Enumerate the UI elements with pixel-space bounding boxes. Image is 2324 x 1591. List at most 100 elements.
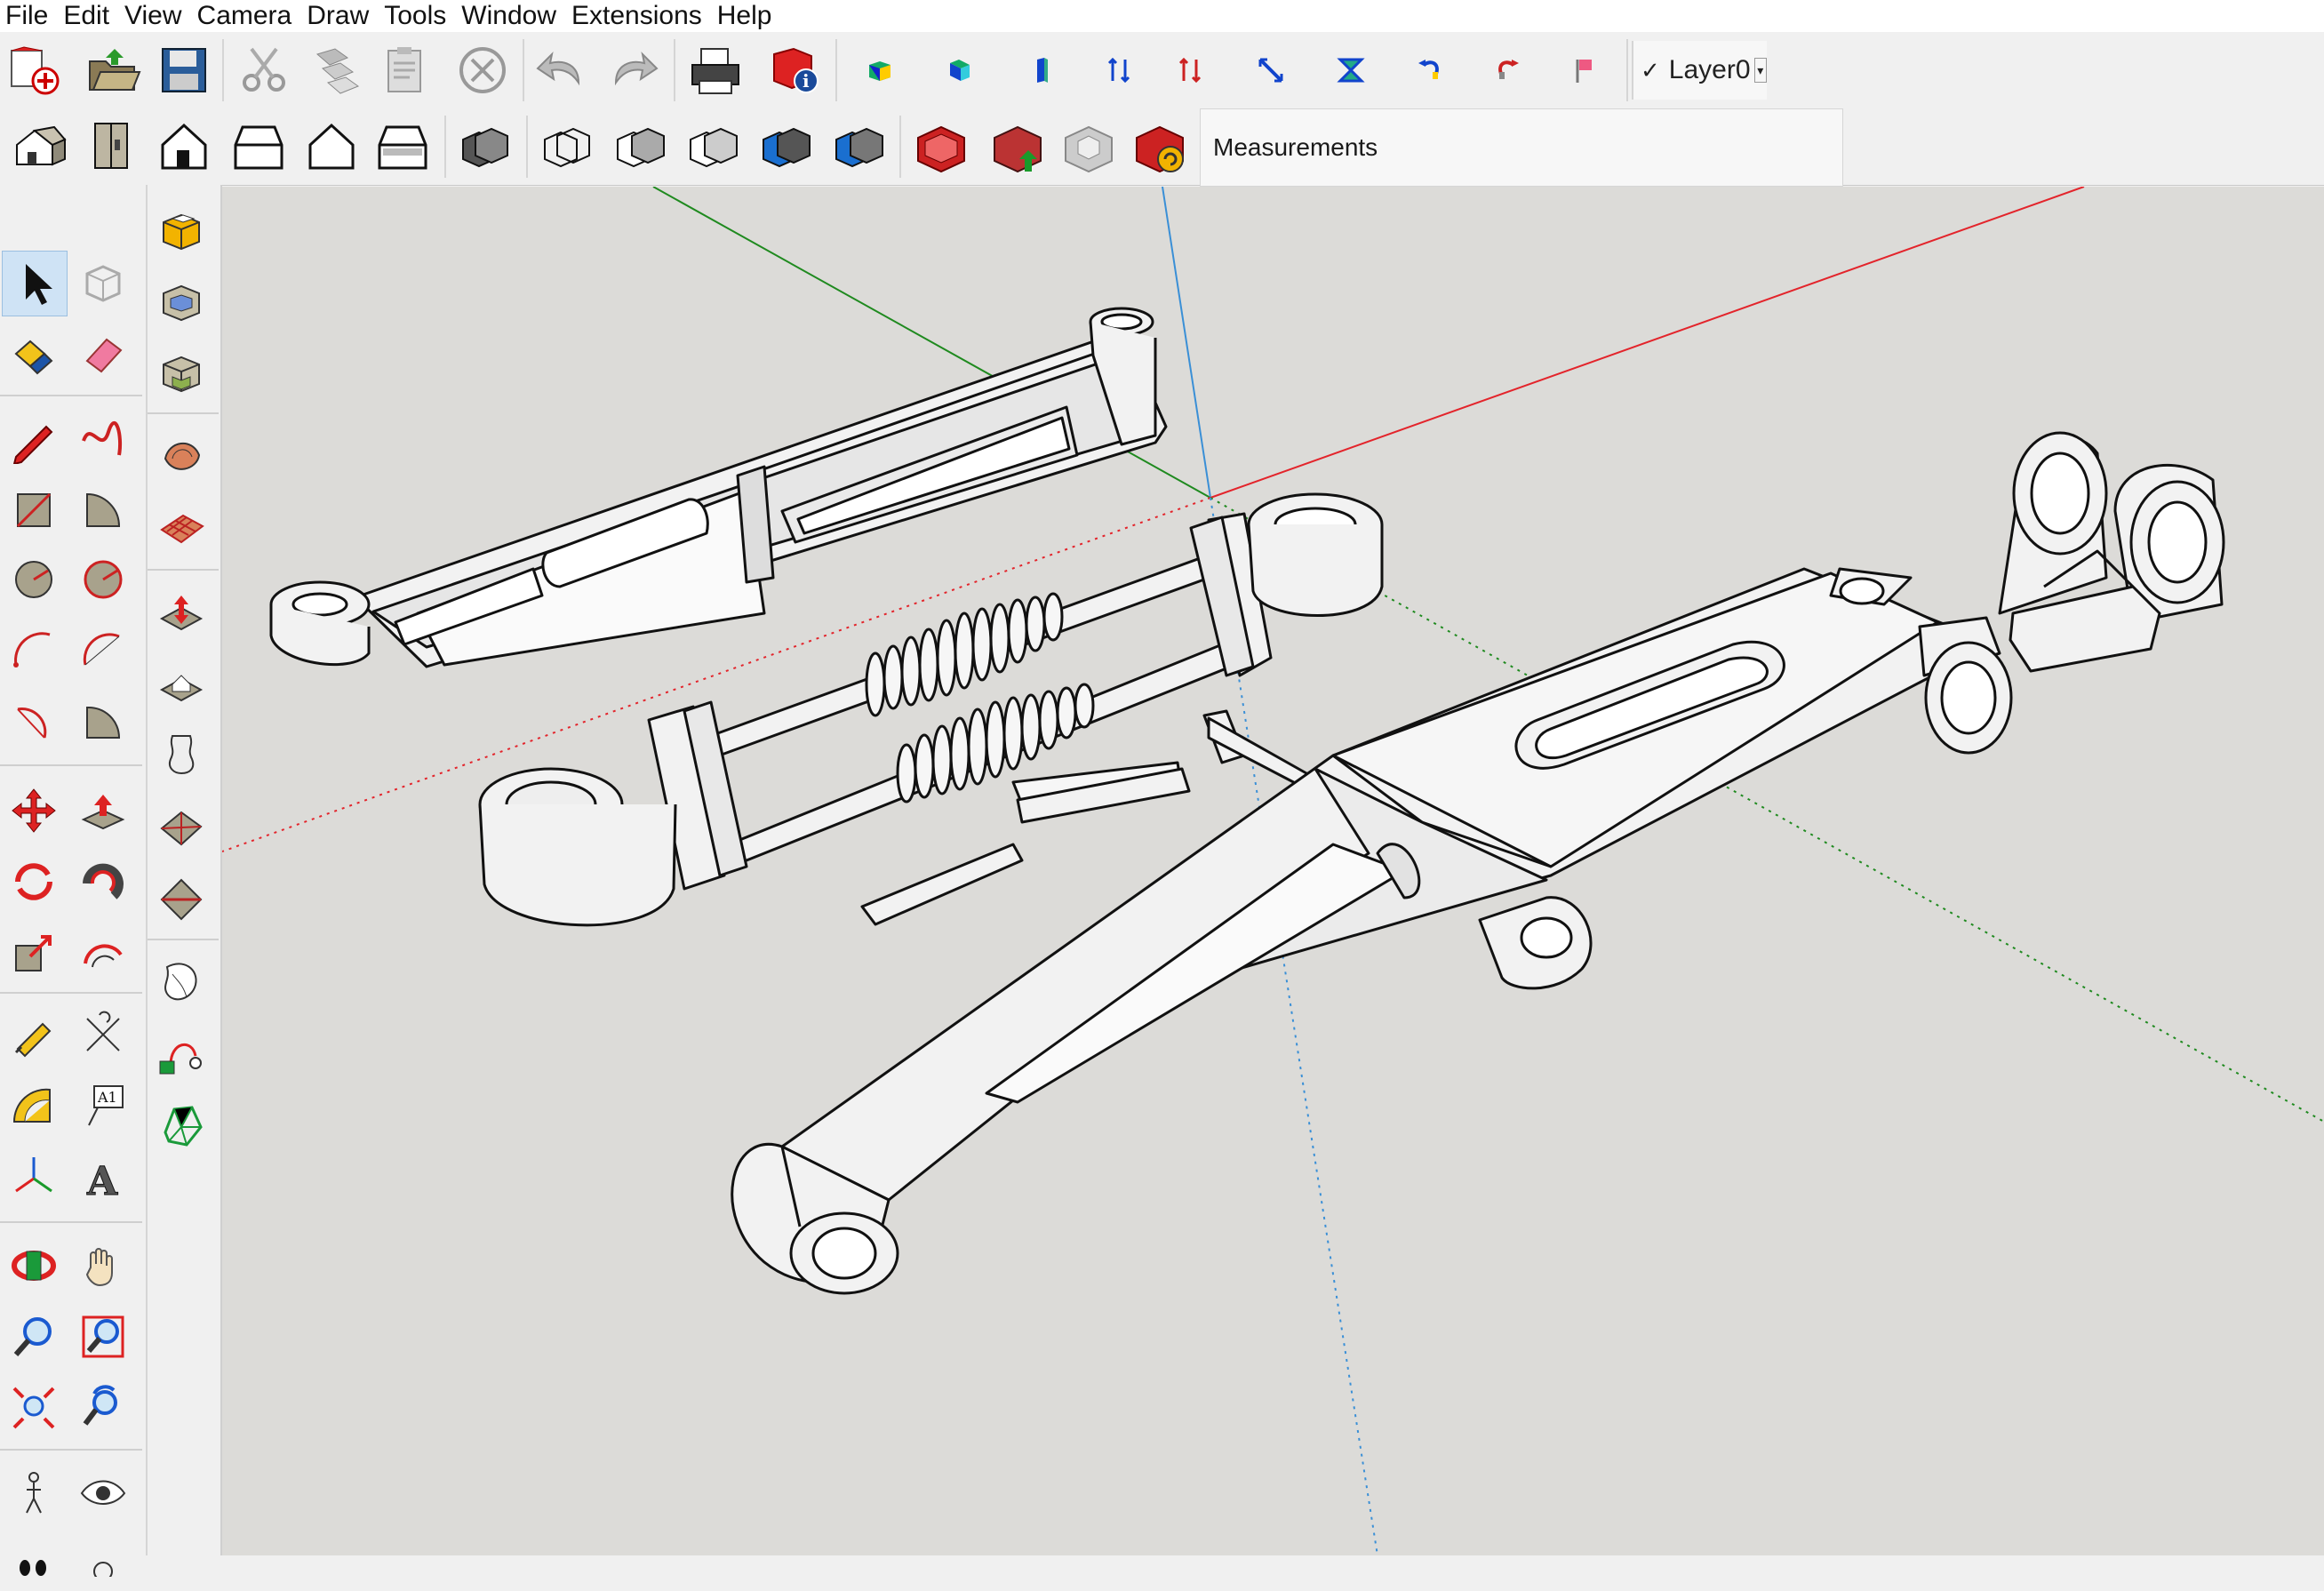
warehouse-button[interactable] <box>910 116 972 178</box>
top-view-button[interactable] <box>82 116 144 178</box>
wireframe-button[interactable] <box>535 116 597 178</box>
sandbox-scratch-tool[interactable] <box>149 496 213 560</box>
view-flip-tool-button[interactable] <box>1320 39 1382 101</box>
view-iso-tool-button[interactable] <box>849 39 911 101</box>
redo-button[interactable] <box>601 39 663 101</box>
menu-extensions[interactable]: Extensions <box>566 0 712 32</box>
axes-tool[interactable] <box>2 1145 66 1209</box>
menu-window[interactable]: Window <box>456 0 566 32</box>
rotated-rectangle-tool[interactable] <box>71 478 135 542</box>
solid-intersect-tool[interactable] <box>149 341 213 405</box>
3d-text-tool[interactable]: A <box>71 1145 135 1209</box>
open-model-button[interactable] <box>82 39 144 101</box>
look-around-tool[interactable] <box>71 1461 135 1525</box>
share-model-button[interactable] <box>986 116 1049 178</box>
menu-edit[interactable]: Edit <box>58 0 119 32</box>
save-model-button[interactable] <box>153 39 215 101</box>
pan-tool[interactable] <box>71 1234 135 1298</box>
shaded-button[interactable] <box>681 116 743 178</box>
shaded-textures-button[interactable] <box>754 116 816 178</box>
add-detail-tool[interactable] <box>149 795 213 859</box>
section-plane-tool[interactable] <box>71 1527 135 1591</box>
monochrome-button[interactable] <box>827 116 889 178</box>
menu-draw[interactable]: Draw <box>301 0 379 32</box>
rotate-tool[interactable] <box>2 850 66 914</box>
rectangle-tool[interactable] <box>2 478 66 542</box>
paint-bucket-tool[interactable] <box>2 322 66 386</box>
front-view-button[interactable] <box>153 116 215 178</box>
circle-tool[interactable] <box>2 548 66 612</box>
select-tool[interactable] <box>2 251 68 316</box>
offset-tool[interactable] <box>71 921 135 985</box>
xray-button[interactable] <box>453 116 515 178</box>
move-tool[interactable] <box>2 779 66 843</box>
three-point-arc-tool[interactable] <box>2 690 66 754</box>
model-info-button[interactable]: i <box>764 39 827 101</box>
orbit-tool[interactable] <box>2 1234 66 1298</box>
menu-help[interactable]: Help <box>712 0 782 32</box>
line-tool[interactable] <box>2 407 66 471</box>
text-tool[interactable]: A1 <box>71 1074 135 1138</box>
send-to-layout-button[interactable] <box>1129 116 1191 178</box>
flag-tool-button[interactable] <box>1553 39 1616 101</box>
push-pull-tool[interactable] <box>71 779 135 843</box>
paste-button[interactable] <box>373 39 435 101</box>
layer-selector[interactable]: ✓ Layer0 ▾ <box>1632 41 1767 100</box>
rotate-right-tool-button[interactable] <box>1475 39 1537 101</box>
print-button[interactable] <box>684 39 747 101</box>
view-top-tool-button[interactable] <box>928 39 990 101</box>
previous-view-tool[interactable] <box>71 1376 135 1440</box>
follow-me-tool[interactable] <box>71 850 135 914</box>
solid-subtract-tool[interactable] <box>149 270 213 334</box>
chevron-down-icon[interactable]: ▾ <box>1753 58 1767 83</box>
model-canvas[interactable] <box>222 187 2324 1555</box>
follow-path-tool[interactable] <box>149 1022 213 1086</box>
component-tool[interactable] <box>71 251 135 315</box>
view-diag-tool-button[interactable] <box>1240 39 1302 101</box>
zoom-window-tool[interactable] <box>71 1305 135 1369</box>
hidden-line-button[interactable] <box>608 116 670 178</box>
cut-button[interactable] <box>233 39 295 101</box>
right-view-button[interactable] <box>228 116 290 178</box>
dimension-tool[interactable] <box>71 1003 135 1067</box>
scale-tool[interactable] <box>2 921 66 985</box>
protractor-tool[interactable] <box>2 1074 66 1138</box>
sculpt-tool[interactable] <box>149 1093 213 1157</box>
tape-measure-tool[interactable] <box>2 1003 66 1067</box>
smoove-tool[interactable] <box>149 581 213 645</box>
zoom-tool[interactable] <box>2 1305 66 1369</box>
menu-file[interactable]: File <box>0 0 58 32</box>
back-view-button[interactable] <box>300 116 363 178</box>
new-model-button[interactable] <box>4 39 66 101</box>
solid-union-tool[interactable] <box>149 199 213 263</box>
erase-button[interactable] <box>451 39 514 101</box>
eraser-tool[interactable] <box>71 322 135 386</box>
menu-view[interactable]: View <box>119 0 191 32</box>
left-view-button[interactable] <box>371 116 434 178</box>
3d-viewport[interactable] <box>222 187 2324 1555</box>
copy-button[interactable] <box>306 39 368 101</box>
two-point-arc-tool[interactable] <box>71 619 135 683</box>
zoom-extents-tool[interactable] <box>2 1376 66 1440</box>
undo-button[interactable] <box>531 39 594 101</box>
measurements-input[interactable] <box>1485 118 1835 173</box>
rotate-left-tool-button[interactable] <box>1400 39 1462 101</box>
pie-tool[interactable] <box>71 690 135 754</box>
polygon-tool[interactable] <box>71 548 135 612</box>
iso-view-button[interactable] <box>7 116 69 178</box>
drape-tool[interactable] <box>149 724 213 788</box>
menu-tools[interactable]: Tools <box>379 0 456 32</box>
walk-tool[interactable] <box>2 1527 66 1591</box>
view-front-tool-button[interactable] <box>1010 39 1072 101</box>
flip-edge-tool[interactable] <box>149 866 213 930</box>
outer-shell-tool[interactable] <box>149 951 213 1015</box>
arc-tool[interactable] <box>2 619 66 683</box>
stamp-tool[interactable] <box>149 652 213 716</box>
freehand-tool[interactable] <box>71 407 135 471</box>
view-up-tool-button[interactable] <box>1089 39 1151 101</box>
view-down-tool-button[interactable] <box>1160 39 1222 101</box>
sandbox-contours-tool[interactable] <box>149 425 213 489</box>
position-camera-tool[interactable] <box>2 1461 66 1525</box>
menu-camera[interactable]: Camera <box>192 0 302 32</box>
extension-warehouse-button[interactable] <box>1058 116 1120 178</box>
